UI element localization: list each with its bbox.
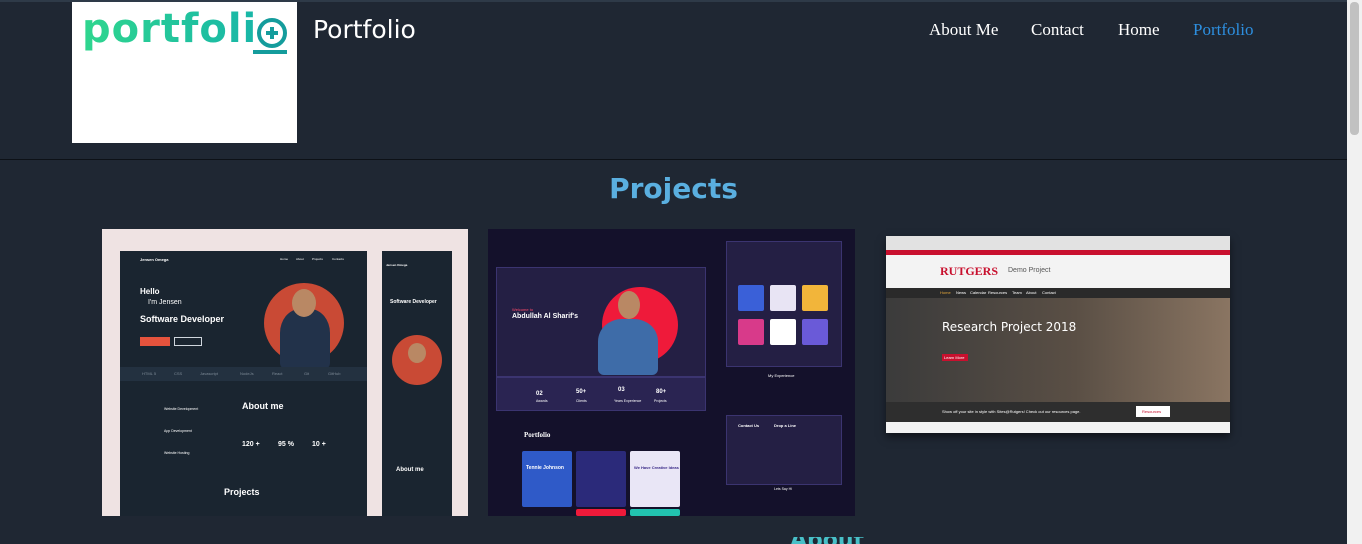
p1-person — [280, 309, 330, 369]
project-card-1[interactable]: Jensen Omega Home About Projects Contact… — [102, 229, 468, 516]
nav-portfolio[interactable]: Portfolio — [1193, 20, 1253, 40]
project-1-mobile-preview: Jensen Omega Software Developer About me — [382, 251, 452, 516]
p1-skill-react: React — [272, 371, 283, 376]
nav-about-me[interactable]: About Me — [929, 20, 998, 40]
p1-nav-projects: Projects — [312, 257, 323, 261]
scrollbar-thumb[interactable] — [1350, 2, 1359, 135]
p2-stat-label-4: Projects — [654, 399, 667, 403]
p2-name: Abdullah Al Sharif's — [512, 313, 578, 320]
section-title: Projects — [609, 172, 738, 205]
p1-secondary-button — [174, 337, 202, 346]
p2-side-tile-3 — [802, 285, 828, 311]
p1-face — [292, 289, 316, 317]
p1m-face — [408, 343, 426, 363]
p2-stat-label-2: Clients — [576, 399, 587, 403]
p1-primary-button — [140, 337, 170, 346]
p1-nav-home: Home — [280, 257, 289, 261]
p1-nav-contacts: Contacts — [332, 257, 344, 261]
p1m-brand: Jensen Omega — [386, 263, 408, 267]
p2-stats-panel — [496, 377, 706, 411]
p3-browser-chrome — [886, 236, 1230, 250]
p2-stat-4: 80+ — [656, 389, 667, 395]
p3-nav-team: Team — [1012, 290, 1022, 295]
p1-about-title: About me — [242, 401, 284, 411]
p1m-role: Software Developer — [390, 299, 437, 305]
p1-skill-github: GitHub — [328, 371, 341, 376]
p2-tile-2 — [576, 451, 626, 507]
nav-home[interactable]: Home — [1118, 20, 1160, 40]
p3-footer-bar: Show off your site in style with Sites@R… — [886, 402, 1230, 422]
p3-footer-button-label: Resources — [1142, 409, 1162, 414]
p2-person — [598, 319, 658, 375]
p1-hello: Hello — [140, 287, 160, 296]
p2-stat-3: 03 — [618, 387, 625, 393]
p1-brand: Jensen Omega — [140, 257, 169, 262]
p2-tile-5 — [630, 509, 680, 516]
p2-face — [618, 291, 640, 319]
p3-brand: RUTGERS — [940, 264, 999, 278]
p2-experience: My Experience — [768, 373, 795, 378]
p3-nav-calendar: Calendar — [970, 290, 987, 295]
p1-skill-html: HTML 5 — [142, 371, 157, 376]
p3-nav-news: News — [956, 290, 967, 295]
logo-underline — [253, 50, 287, 54]
p3-nav-home: Home — [940, 290, 951, 295]
p3-nav-resources: Resources — [988, 290, 1008, 295]
p2-tile-3-text: We Have Creative Ideas — [634, 465, 679, 470]
p1-skill-css: CSS — [174, 371, 183, 376]
p2-side-tile-5 — [770, 319, 796, 345]
p3-hero-button-label: Learn More — [944, 355, 965, 360]
p1-name: I'm Jensen — [148, 299, 182, 306]
project-card-2[interactable]: Welcome to Abdullah Al Sharif's 02 50+ 0… — [488, 229, 855, 516]
p2-stat-2: 50+ — [576, 389, 587, 395]
p2-contact: Contact Us — [738, 423, 760, 428]
p1-stat-1: 120 + — [242, 441, 260, 448]
p3-hero: Research Project 2018 Learn More — [886, 298, 1230, 402]
p2-stat-label-3: Years Experience — [614, 399, 642, 403]
p2-side-tile-6 — [802, 319, 828, 345]
p1-service-3: Website Hosting — [164, 451, 190, 455]
p1-role: Software Developer — [140, 314, 225, 324]
p1-stat-3: 10 + — [312, 441, 326, 448]
p2-stat-label-1: Awards — [536, 399, 548, 403]
p3-brand-sub: Demo Project — [1008, 267, 1051, 274]
p1-projects-title: Projects — [224, 487, 260, 497]
header-divider — [0, 159, 1347, 160]
p1-service-1: Website Development — [164, 407, 199, 411]
p2-side-tile-4 — [738, 319, 764, 345]
p3-red-bar — [886, 250, 1230, 255]
p1-service-2: App Development — [164, 429, 192, 433]
p1-skill-js: Javascript — [200, 371, 219, 376]
p3-hero-title: Research Project 2018 — [942, 320, 1077, 334]
p1-stat-2: 95 % — [278, 441, 294, 448]
p3-nav-about: About — [1026, 290, 1037, 295]
project-card-3[interactable]: RUTGERS Demo Project Home News Calendar … — [886, 236, 1230, 433]
p1m-about: About me — [396, 467, 424, 473]
p2-follow: Lets Say Hi — [774, 487, 792, 491]
p2-portfolio-title: Portfolio — [524, 431, 551, 439]
p2-tile-1 — [522, 451, 572, 507]
next-section-title: About — [790, 537, 864, 544]
p3-navbar: Home News Calendar Resources Team About … — [886, 288, 1230, 298]
p1-skill-git: Git — [304, 371, 310, 376]
p2-stat-1: 02 — [536, 391, 543, 397]
project-1-desktop-preview: Jensen Omega Home About Projects Contact… — [120, 251, 367, 516]
p2-side-tile-1 — [738, 285, 764, 311]
p2-drop: Drop a Line — [774, 423, 797, 428]
p2-tile-4 — [576, 509, 626, 516]
nav-contact[interactable]: Contact — [1031, 20, 1084, 40]
main-nav: About Me Contact Home Portfolio — [0, 20, 1347, 44]
p1-nav-about: About — [296, 257, 304, 261]
page: portfoli Portfolio About Me Contact Home… — [0, 0, 1347, 544]
p2-tile-1-text: Tennie Johnson — [526, 465, 564, 471]
p2-side-tile-2 — [770, 285, 796, 311]
p3-footer-text: Show off your site in style with Sites@R… — [942, 409, 1081, 414]
p2-tile-3 — [630, 451, 680, 507]
p3-nav-contact: Contact — [1042, 290, 1056, 295]
p1-skill-node: NodeJs — [240, 371, 254, 376]
p2-welcome: Welcome to — [512, 307, 534, 312]
